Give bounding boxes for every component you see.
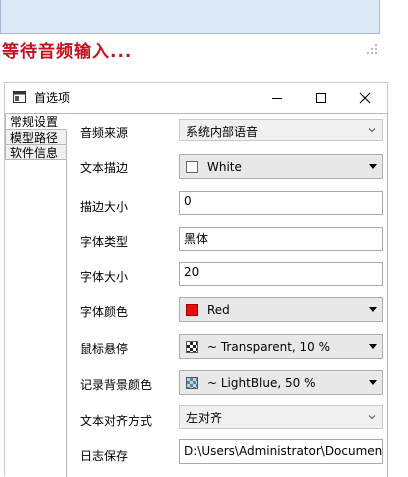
lightblue-checker-swatch	[186, 377, 198, 389]
dialog-title: 首选项	[34, 91, 71, 105]
text-align-select[interactable]: 左对齐	[179, 405, 383, 429]
font-type-label: 字体类型	[80, 235, 129, 249]
minimize-button[interactable]	[255, 83, 299, 112]
record-bg-color-value: ~ LightBlue, 50 %	[207, 376, 316, 390]
record-bg-color-label: 记录背景颜色	[80, 378, 153, 392]
stroke-size-label: 描边大小	[80, 200, 129, 214]
audio-source-select[interactable]: 系统内部语音	[179, 119, 383, 141]
preferences-dialog: 首选项 常规设置 模型路径 软件信息 音频来源 系统内部语音 文本描边 Whit…	[4, 82, 388, 477]
maximize-button[interactable]	[299, 83, 343, 112]
font-type-input[interactable]: 黑体	[179, 227, 383, 251]
red-color-swatch	[186, 304, 198, 316]
font-size-value: 20	[184, 265, 200, 279]
font-color-value: Red	[207, 303, 230, 317]
stroke-size-input[interactable]: 0	[179, 191, 383, 215]
stroke-size-value: 0	[184, 194, 192, 208]
caret-down-icon	[369, 344, 377, 349]
caret-down-icon	[369, 380, 377, 385]
dialog-titlebar[interactable]: 首选项	[5, 83, 387, 112]
close-button[interactable]	[343, 83, 387, 112]
tab-general-settings[interactable]: 常规设置	[5, 113, 67, 130]
tab-software-info[interactable]: 软件信息	[5, 144, 67, 160]
caret-down-icon	[369, 164, 377, 169]
audio-source-value: 系统内部语音	[186, 125, 259, 139]
app-window-icon	[13, 91, 26, 103]
mouse-hover-select[interactable]: ~ Transparent, 10 %	[179, 334, 383, 359]
white-color-swatch	[186, 161, 198, 173]
text-stroke-value: White	[207, 160, 242, 174]
audio-source-label: 音频来源	[80, 126, 129, 140]
chevron-down-icon	[368, 128, 376, 133]
log-save-label: 日志保存	[80, 449, 129, 463]
waiting-status-text: 等待音频输入...	[2, 42, 133, 62]
font-type-value: 黑体	[184, 232, 209, 246]
log-save-path-input[interactable]: D:\Users\Administrator\Documents	[179, 439, 383, 464]
settings-tab-list: 常规设置 模型路径 软件信息	[5, 113, 67, 160]
chevron-down-icon	[368, 415, 376, 420]
tab-model-path[interactable]: 模型路径	[5, 129, 67, 145]
maximize-icon	[316, 92, 326, 103]
close-icon	[359, 92, 371, 103]
resize-grip-icon[interactable]	[367, 44, 377, 54]
transparent-checker-swatch	[186, 341, 198, 353]
transcript-display-box	[0, 0, 380, 34]
text-align-value: 左对齐	[186, 411, 223, 425]
text-align-label: 文本对齐方式	[80, 414, 153, 428]
text-stroke-select[interactable]: White	[179, 154, 383, 179]
font-color-label: 字体颜色	[80, 305, 129, 319]
font-size-label: 字体大小	[80, 270, 129, 284]
mouse-hover-value: ~ Transparent, 10 %	[207, 340, 331, 354]
general-settings-panel: 音频来源 系统内部语音 文本描边 White 描边大小 0 字体类型 黑体 字体…	[66, 113, 388, 477]
minimize-icon	[272, 97, 282, 99]
log-save-path-value: D:\Users\Administrator\Documents	[184, 444, 383, 458]
font-color-select[interactable]: Red	[179, 297, 383, 322]
mouse-hover-label: 鼠标悬停	[80, 342, 129, 356]
caret-down-icon	[369, 307, 377, 312]
font-size-input[interactable]: 20	[179, 262, 383, 286]
text-stroke-label: 文本描边	[80, 161, 129, 175]
record-bg-color-select[interactable]: ~ LightBlue, 50 %	[179, 370, 383, 395]
